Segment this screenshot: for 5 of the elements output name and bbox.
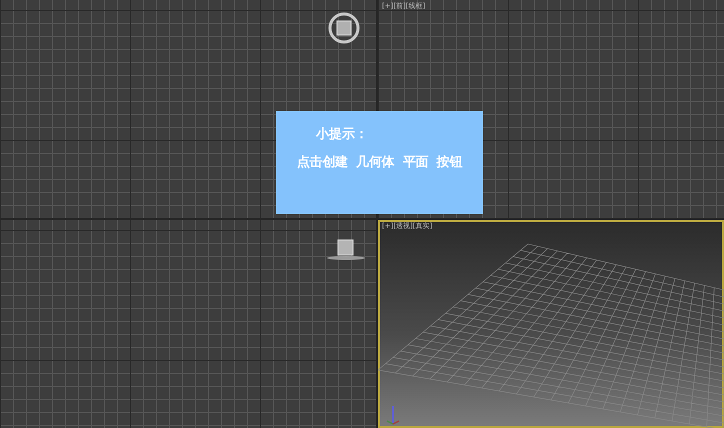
- plane-object-icon: [326, 238, 366, 262]
- axis-icon: [386, 404, 400, 426]
- tip-title: 小提示：: [314, 126, 369, 143]
- plane-object-icon: [328, 12, 360, 44]
- tip-text: 点击创建 几何体 平面 按钮: [296, 154, 464, 171]
